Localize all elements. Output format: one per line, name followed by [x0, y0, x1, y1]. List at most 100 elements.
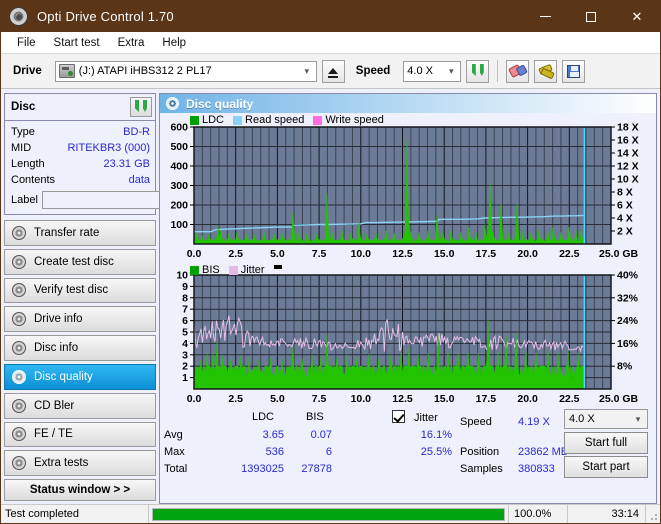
eraser-icon — [508, 62, 527, 80]
svg-text:40%: 40% — [617, 270, 639, 282]
svg-text:400: 400 — [170, 161, 188, 173]
jitter-checkbox[interactable] — [392, 410, 405, 424]
svg-text:7.5: 7.5 — [312, 248, 327, 260]
disc-icon — [12, 312, 26, 326]
status-window-button[interactable]: Status window > > — [4, 479, 156, 501]
elapsed-time: 33:14 — [568, 505, 646, 523]
save-button[interactable] — [562, 60, 585, 83]
sidebar-item-fe-te[interactable]: FE / TE — [4, 422, 156, 448]
refresh-icon — [134, 100, 148, 114]
disc-label-key: Label — [11, 194, 38, 206]
svg-text:7.5: 7.5 — [312, 393, 327, 405]
disc-icon — [12, 341, 26, 355]
start-full-button[interactable]: Start full — [564, 432, 648, 454]
speed-label: Speed — [356, 65, 391, 77]
disc-row-key: Contents — [11, 174, 55, 186]
refresh-button[interactable] — [466, 60, 489, 83]
svg-text:12.5: 12.5 — [392, 393, 413, 405]
legend-swatch-bis — [190, 266, 199, 275]
stats-bis-avg: 0.07 — [288, 429, 332, 441]
svg-text:17.5: 17.5 — [476, 248, 497, 260]
menu-extra[interactable]: Extra — [109, 35, 154, 51]
position-stat-label: Position — [460, 446, 499, 458]
minimize-button[interactable] — [522, 1, 568, 32]
svg-text:20.0: 20.0 — [517, 248, 538, 260]
chevron-down-icon: ▾ — [444, 66, 458, 77]
floppy-save-icon — [567, 65, 580, 78]
disc-icon — [12, 255, 26, 269]
tools-icon — [539, 65, 553, 78]
menu-file[interactable]: File — [8, 35, 45, 51]
speed-stat-label: Speed — [460, 416, 492, 428]
body: Disc Type BD-R MID RITEKBR3 (000) Length… — [1, 89, 660, 504]
test-speed-value: 4.0 X — [569, 413, 631, 425]
speed-select[interactable]: 4.0 X ▾ — [403, 61, 461, 82]
svg-text:14 X: 14 X — [617, 148, 639, 160]
start-part-button[interactable]: Start part — [564, 456, 648, 478]
disc-row-mid: MID RITEKBR3 (000) — [11, 140, 150, 156]
position-stat-value: 23862 MB — [518, 446, 568, 458]
disc-info-list: Type BD-R MID RITEKBR3 (000) Length 23.3… — [5, 121, 155, 214]
legend-swatch-jitter — [229, 266, 238, 275]
disc-group: Disc Type BD-R MID RITEKBR3 (000) Length… — [4, 93, 156, 215]
legend-label-bis: BIS — [202, 264, 220, 276]
erase-button[interactable] — [506, 60, 529, 83]
disc-row-value: 23.31 GB — [104, 158, 150, 170]
panel-header: Disc quality — [160, 94, 656, 113]
scale-marker-icon — [274, 265, 282, 269]
disc-label-row: Label — [11, 190, 150, 210]
drive-icon — [59, 64, 75, 78]
tools-button[interactable] — [534, 60, 557, 83]
svg-text:10: 10 — [176, 270, 188, 282]
sidebar-item-extra-tests[interactable]: Extra tests — [4, 450, 156, 476]
eject-button[interactable] — [322, 60, 345, 83]
disc-group-title: Disc — [11, 101, 35, 113]
sidebar-item-label: Verify test disc — [34, 284, 108, 296]
page-title: Disc quality — [186, 97, 253, 111]
svg-text:12.5: 12.5 — [392, 248, 413, 260]
status-message: Test completed — [1, 505, 149, 523]
drive-label: Drive — [13, 65, 42, 77]
menu-help[interactable]: Help — [153, 35, 195, 51]
svg-text:8 X: 8 X — [617, 187, 633, 199]
speed-stat-value: 4.19 X — [518, 416, 550, 428]
menu-start-test[interactable]: Start test — [45, 35, 109, 51]
legend-label-read-speed: Read speed — [245, 114, 304, 126]
bottom-chart-svg: 123456789108%16%24%32%40%0.02.55.07.510.… — [160, 263, 655, 408]
sidebar-item-cd-bler[interactable]: CD Bler — [4, 393, 156, 419]
test-speed-select[interactable]: 4.0 X ▾ — [564, 409, 648, 429]
progress-bar — [149, 505, 508, 523]
sidebar-item-disc-info[interactable]: Disc info — [4, 335, 156, 361]
maximize-button[interactable] — [568, 1, 614, 32]
drive-select[interactable]: (J:) ATAPI iHBS312 2 PL17 ▾ — [55, 61, 317, 82]
sidebar-item-label: Disc quality — [34, 371, 93, 383]
jitter-label: Jitter — [414, 412, 438, 424]
sidebar-item-verify-test-disc[interactable]: Verify test disc — [4, 278, 156, 304]
app-disc-icon — [9, 7, 28, 26]
disc-group-header: Disc — [5, 94, 155, 121]
disc-refresh-button[interactable] — [130, 97, 152, 117]
sidebar-item-disc-quality[interactable]: Disc quality — [4, 364, 156, 390]
svg-text:32%: 32% — [617, 292, 639, 304]
charts-container: LDC Read speed Write speed 1002003004005… — [160, 113, 656, 503]
close-button[interactable]: ✕ — [614, 1, 660, 32]
disc-icon — [12, 370, 26, 384]
chevron-down-icon: ▾ — [300, 66, 314, 77]
stats-row-label-max: Max — [164, 446, 185, 458]
stats-jitter-max: 25.5% — [392, 446, 452, 458]
legend-swatch-write-speed — [313, 116, 322, 125]
svg-text:4 X: 4 X — [617, 213, 633, 225]
stats-bis-total: 27878 — [288, 463, 332, 475]
svg-text:500: 500 — [170, 141, 188, 153]
svg-text:200: 200 — [170, 200, 188, 212]
sidebar-item-label: Disc info — [34, 342, 78, 354]
sidebar-item-create-test-disc[interactable]: Create test disc — [4, 249, 156, 275]
sidebar-item-transfer-rate[interactable]: Transfer rate — [4, 220, 156, 246]
resize-grip[interactable] — [646, 505, 660, 523]
disc-quality-panel: Disc quality LDC Read speed Write speed … — [159, 93, 657, 504]
speed-select-value: 4.0 X — [407, 65, 444, 77]
samples-stat-value: 380833 — [518, 463, 555, 475]
svg-text:5: 5 — [182, 327, 188, 339]
sidebar-item-label: FE / TE — [34, 428, 73, 440]
sidebar-item-drive-info[interactable]: Drive info — [4, 306, 156, 332]
